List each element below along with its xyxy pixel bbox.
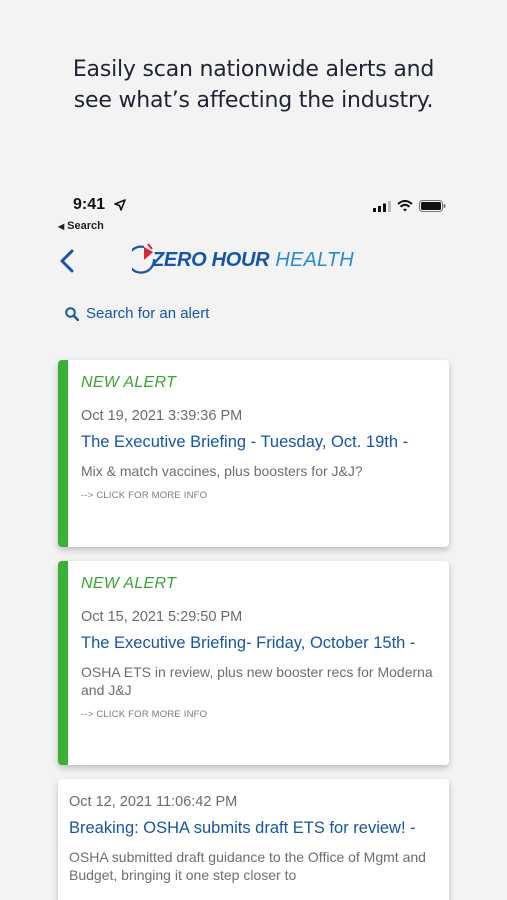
alert-card[interactable]: NEW ALERT Oct 15, 2021 5:29:50 PM The Ex…	[58, 561, 449, 765]
alert-date: Oct 12, 2021 11:06:42 PM	[69, 794, 238, 810]
marketing-headline: Easily scan nationwide alerts and see wh…	[0, 54, 507, 116]
wifi-icon	[397, 200, 413, 212]
alert-date: Oct 15, 2021 5:29:50 PM	[81, 609, 243, 625]
more-info-link[interactable]: --> CLICK FOR MORE INFO	[81, 709, 437, 720]
new-alert-badge: NEW ALERT	[81, 575, 177, 592]
back-to-search-link[interactable]: ◀ Search	[58, 220, 104, 232]
alert-date: Oct 19, 2021 3:39:36 PM	[81, 408, 243, 424]
status-time: 9:41	[73, 196, 106, 213]
back-triangle-icon: ◀	[58, 222, 65, 231]
search-alert-link[interactable]: Search for an alert	[65, 305, 209, 322]
alert-title[interactable]: Breaking: OSHA submits draft ETS for rev…	[69, 818, 437, 838]
status-bar: 9:41	[58, 196, 446, 218]
alert-description: Mix & match vaccines, plus boosters for …	[81, 463, 363, 479]
alert-description: OSHA ETS in review, plus new booster rec…	[81, 664, 433, 698]
alert-title[interactable]: The Executive Briefing - Tuesday, Oct. 1…	[81, 432, 437, 452]
battery-icon	[419, 200, 446, 212]
alert-card[interactable]: Oct 12, 2021 11:06:42 PM Breaking: OSHA …	[58, 779, 449, 900]
search-icon	[65, 306, 79, 321]
logo-zero-hour: ZERO HOUR	[152, 248, 270, 271]
app-logo: ZERO HOUR HEALTH	[132, 240, 354, 280]
headline-line-2: see what’s affecting the industry.	[73, 88, 434, 113]
new-alert-badge: NEW ALERT	[81, 374, 177, 391]
back-button[interactable]	[58, 248, 82, 276]
more-info-link[interactable]: --> CLICK FOR MORE INFO	[81, 490, 437, 501]
cellular-signal-icon	[373, 200, 391, 212]
alert-card[interactable]: NEW ALERT Oct 19, 2021 3:39:36 PM The Ex…	[58, 360, 449, 547]
back-to-search-label: Search	[67, 220, 104, 232]
chevron-left-icon	[60, 249, 74, 273]
alert-description: OSHA submitted draft guidance to the Off…	[69, 849, 426, 883]
alert-title[interactable]: The Executive Briefing- Friday, October …	[81, 633, 437, 653]
search-alert-label: Search for an alert	[86, 305, 210, 322]
logo-health: HEALTH	[275, 248, 354, 271]
status-icons	[373, 200, 446, 212]
location-arrow-icon	[114, 199, 126, 211]
clock-logo-icon	[132, 243, 156, 274]
headline-line-1: Easily scan nationwide alerts and	[72, 57, 435, 82]
